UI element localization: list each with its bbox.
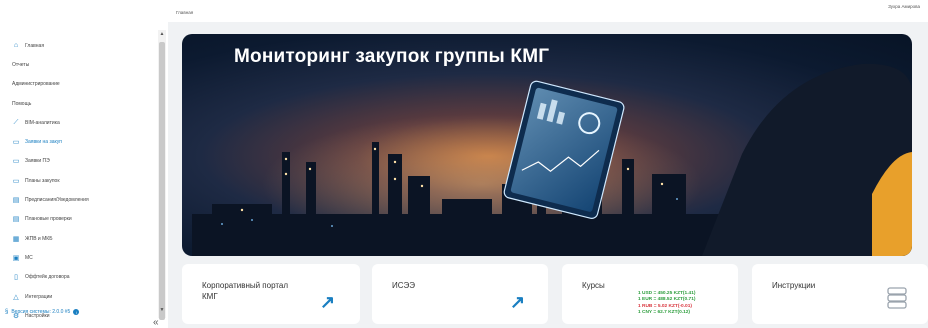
scroll-down-arrow-icon[interactable]: ▼ — [158, 306, 166, 314]
scroll-thumb[interactable] — [159, 42, 165, 320]
exchange-rate-line: 1 CNY = 62.7 KZT(0.12) — [638, 309, 691, 315]
sidebar-item[interactable]: Отчеты — [12, 55, 157, 74]
instructions-tile-title: Инструкции — [772, 281, 816, 290]
sidebar-item-label: Помощь — [12, 100, 32, 107]
sidebar-item[interactable]: ▭ Заявки ПЭ — [12, 152, 157, 171]
sidebar-item[interactable]: ⌂ Главная — [12, 36, 157, 55]
exchange-rate-line: 1 EUR = 488.52 KZT(0.71) — [638, 297, 696, 303]
user-name[interactable]: Зухра Амирова — [888, 4, 920, 9]
info-icon[interactable]: i — [73, 309, 80, 315]
breadcrumb[interactable]: Главная — [176, 10, 193, 15]
instructions-tile[interactable]: Инструкции — [752, 264, 928, 324]
portal-tile[interactable]: Корпоративный портал КМГ ↗ — [182, 264, 360, 324]
sidebar-nav: ⌂ Главная Отчеты Администрирование Помощь ⟋ BI… — [12, 36, 157, 325]
sidebar-item[interactable]: Администрирование — [12, 75, 157, 94]
triangle-icon: △ — [13, 293, 19, 301]
top-bar: Главная Зухра Амирова — [168, 0, 928, 22]
sidebar-item[interactable]: ▣ МС — [12, 248, 157, 267]
hero-banner: Мониторинг закупок группы КМГ — [182, 34, 912, 256]
doc-check-icon: ▤ — [12, 216, 20, 224]
card-icon: ▭ — [12, 177, 20, 185]
sidebar-item[interactable]: ▯ Оффтейк договора — [12, 268, 157, 287]
chart-line-icon: ⟋ — [13, 118, 19, 126]
main-content: Мониторинг закупок группы КМГ Корпоратив… — [168, 22, 928, 328]
home-icon: ⌂ — [13, 42, 19, 50]
sidebar-item-label: Администрирование — [12, 81, 60, 88]
sidebar: ⌂ Главная Отчеты Администрирование Помощь ⟋ BI… — [0, 0, 168, 328]
list-box-icon: ▤ — [12, 197, 20, 205]
card-icon: ▭ — [12, 158, 20, 166]
rates-tile[interactable]: Курсы 1 USD = 450.25 KZT(1.41) 1 EUR = 48… — [562, 264, 738, 324]
documents-icon — [887, 287, 907, 309]
contract-icon: ▯ — [14, 274, 18, 282]
box-icon: ▣ — [12, 254, 20, 262]
sidebar-item[interactable]: ▤ Плановые проверки — [12, 210, 157, 229]
sidebar-item-label: Плановые проверки — [25, 216, 72, 223]
sidebar-item-label: Предписания/Уведомления — [25, 197, 89, 204]
sidebar-item[interactable]: ▭ Планы закупок — [12, 171, 157, 190]
sidebar-item-label: BIM-аналитика — [25, 119, 60, 126]
isee-tile[interactable]: ИСЭЭ ↗ — [372, 264, 548, 324]
scroll-up-arrow-icon[interactable]: ▲ — [158, 30, 166, 38]
sidebar-item-label: Главная — [25, 42, 45, 49]
table-icon: ▦ — [12, 235, 20, 243]
version-info: § Версия системы: 2.0.0 #5 i — [5, 309, 80, 315]
sidebar-item[interactable]: ▤ Предписания/Уведомления — [12, 190, 157, 209]
portal-tile-title: Корпоративный портал КМГ — [202, 281, 289, 301]
sidebar-scrollbar[interactable]: ▲ ▼ — [158, 30, 166, 320]
arrow-up-right-icon: ↗ — [320, 292, 336, 312]
exchange-rate-line: 1 RUB = 5.02 KZT(-0.01) — [638, 303, 692, 309]
version-icon: § — [5, 309, 9, 315]
version-label: Версия системы: 2.0.0 #5 — [11, 309, 71, 315]
card-icon: ▭ — [12, 139, 20, 147]
sidebar-item-label: Заявки ПЭ — [25, 158, 50, 165]
sidebar-item-label: Планы закупок — [25, 177, 60, 184]
sidebar-item[interactable]: Помощь — [12, 94, 157, 113]
sidebar-item[interactable]: △ Интеграции — [12, 287, 157, 306]
sidebar-item[interactable]: ▭ Заявки на закуп — [12, 132, 157, 151]
sidebar-item-label: Оффтейк договора — [25, 274, 70, 281]
sidebar-item-label: Отчеты — [12, 61, 30, 68]
isee-tile-title: ИСЭЭ — [392, 281, 415, 290]
sidebar-item[interactable]: ⟋ BIM-аналитика — [12, 113, 157, 132]
sidebar-item[interactable]: ▦ ЖПВ и МКБ — [12, 229, 157, 248]
sidebar-item-label: Интеграции — [25, 293, 53, 300]
rates-tile-title: Курсы — [582, 281, 605, 290]
hero-title: Мониторинг закупок группы КМГ — [234, 46, 550, 67]
arrow-up-right-icon: ↗ — [510, 292, 526, 312]
collapse-sidebar-icon[interactable]: « — [153, 318, 159, 328]
sidebar-item-label: МС — [25, 254, 33, 261]
exchange-rates: 1 USD = 450.25 KZT(1.41) 1 EUR = 488.52 K… — [638, 291, 695, 316]
sidebar-item-label: ЖПВ и МКБ — [25, 235, 53, 242]
sidebar-item-label: Заявки на закуп — [25, 139, 62, 146]
